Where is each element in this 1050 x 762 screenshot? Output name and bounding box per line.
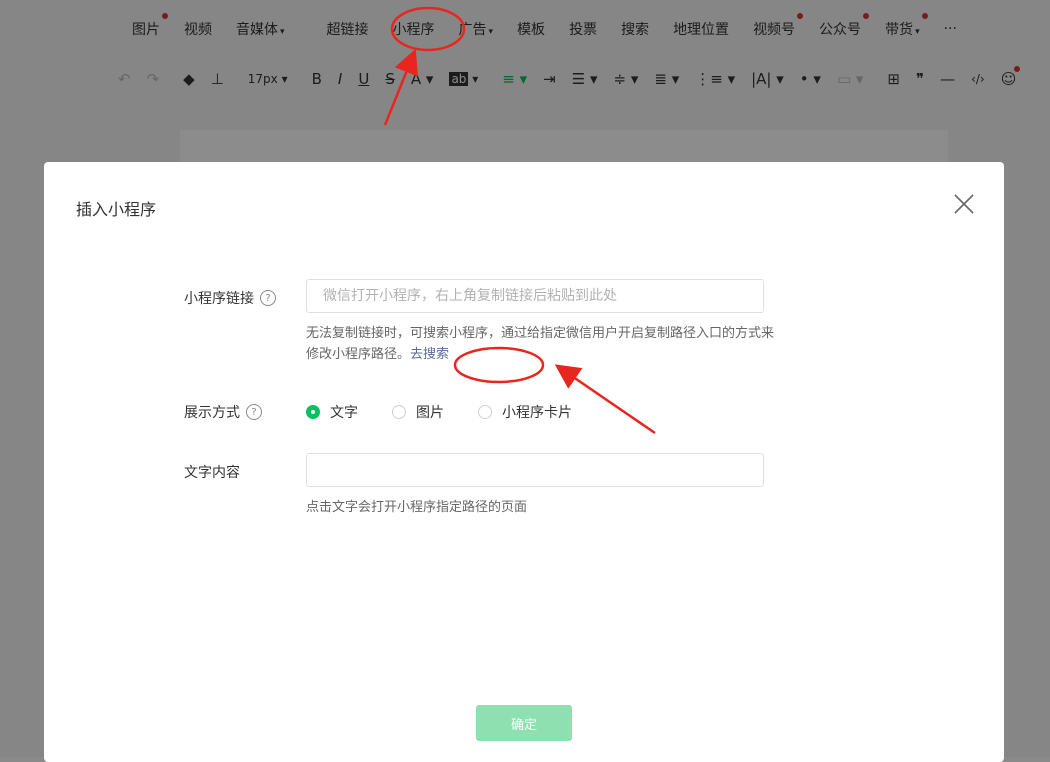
help-icon[interactable]: ?: [260, 290, 276, 306]
radio-unchecked-icon: [478, 405, 492, 419]
radio-checked-icon: [306, 405, 320, 419]
display-mode-label: 展示方式 ?: [184, 402, 262, 422]
mini-program-link-label: 小程序链接 ?: [184, 288, 276, 308]
display-mode-radio-group: 文字 图片 小程序卡片: [306, 402, 606, 422]
radio-text[interactable]: 文字: [306, 402, 358, 422]
help-icon[interactable]: ?: [246, 404, 262, 420]
dialog-title: 插入小程序: [76, 200, 157, 219]
radio-image[interactable]: 图片: [392, 402, 444, 422]
go-search-link[interactable]: 去搜索: [410, 347, 449, 362]
close-icon[interactable]: [952, 192, 976, 216]
mini-program-link-input[interactable]: [306, 279, 764, 313]
text-content-input[interactable]: [306, 453, 764, 487]
text-content-hint: 点击文字会打开小程序指定路径的页面: [306, 500, 528, 515]
insert-mini-program-dialog: 插入小程序 小程序链接 ? 无法复制链接时，可搜索小程序，通过给指定微信用户开启…: [44, 162, 1004, 762]
radio-mini-program-card[interactable]: 小程序卡片: [478, 402, 572, 422]
text-content-label: 文字内容: [184, 465, 240, 481]
radio-unchecked-icon: [392, 405, 406, 419]
confirm-button[interactable]: 确定: [476, 705, 572, 741]
link-hint-text: 无法复制链接时，可搜索小程序，通过给指定微信用户开启复制路径入口的方式来修改小程…: [306, 326, 775, 362]
